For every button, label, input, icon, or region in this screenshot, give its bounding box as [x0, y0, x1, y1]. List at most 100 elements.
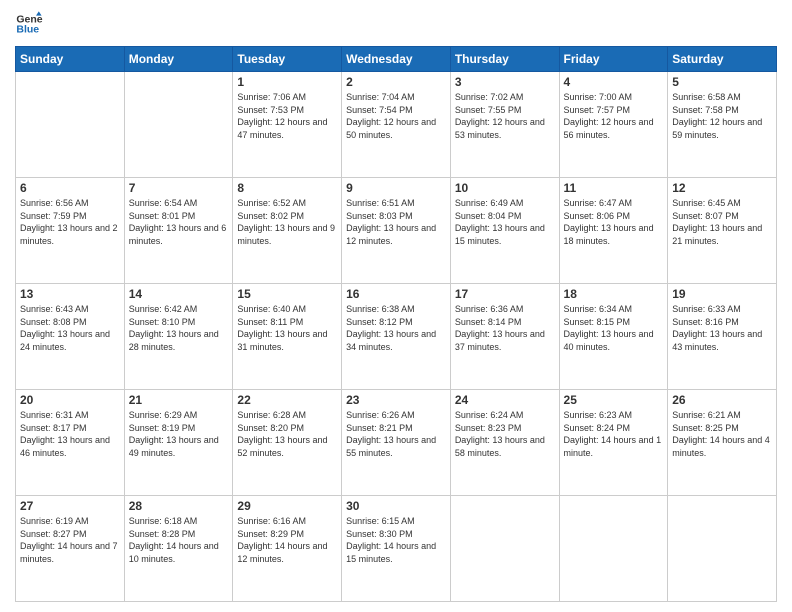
day-info: Sunrise: 6:56 AM Sunset: 7:59 PM Dayligh… — [20, 197, 120, 247]
day-cell: 22Sunrise: 6:28 AM Sunset: 8:20 PM Dayli… — [233, 390, 342, 496]
day-cell: 8 Sunrise: 6:52 AM Sunset: 8:02 PM Daylig… — [233, 178, 342, 284]
day-cell — [450, 496, 559, 602]
day-number: 13 — [20, 287, 120, 301]
day-cell — [668, 496, 777, 602]
day-info: Sunrise: 7:00 AM Sunset: 7:57 PM Dayligh… — [564, 91, 664, 141]
day-cell: 19 Sunrise: 6:33 AM Sunset: 8:16 PM Dayli… — [668, 284, 777, 390]
day-info: Sunrise: 6:18 AM Sunset: 8:28 PM Dayligh… — [129, 515, 229, 565]
day-info: Sunrise: 7:02 AM Sunset: 7:55 PM Dayligh… — [455, 91, 555, 141]
header: General Blue — [15, 10, 777, 38]
day-info: Sunrise: 7:04 AM Sunset: 7:54 PM Dayligh… — [346, 91, 446, 141]
calendar-header: SundayMondayTuesdayWednesdayThursdayFrid… — [16, 47, 777, 72]
day-info: Sunrise: 6:51 AM Sunset: 8:03 PM Dayligh… — [346, 197, 446, 247]
day-cell: 26 Sunrise: 6:21 AM Sunset: 8:25 PM Dayli… — [668, 390, 777, 496]
day-number: 21 — [129, 393, 229, 407]
day-info: Sunrise: 6:42 AM Sunset: 8:10 PM Dayligh… — [129, 303, 229, 353]
day-info: Sunrise: 6:58 AM Sunset: 7:58 PM Dayligh… — [672, 91, 772, 141]
day-info: Sunrise: 6:15 AM Sunset: 8:30 PM Dayligh… — [346, 515, 446, 565]
day-cell: 7 Sunrise: 6:54 AM Sunset: 8:01 PM Daylig… — [124, 178, 233, 284]
svg-text:Blue: Blue — [16, 23, 39, 35]
day-cell: 17Sunrise: 6:36 AM Sunset: 8:14 PM Dayli… — [450, 284, 559, 390]
day-cell: 24 Sunrise: 6:24 AM Sunset: 8:23 PM Dayli… — [450, 390, 559, 496]
day-number: 26 — [672, 393, 772, 407]
day-number: 7 — [129, 181, 229, 195]
day-number: 27 — [20, 499, 120, 513]
day-cell: 10 Sunrise: 6:49 AM Sunset: 8:04 PM Dayli… — [450, 178, 559, 284]
day-cell: 9 Sunrise: 6:51 AM Sunset: 8:03 PM Daylig… — [342, 178, 451, 284]
week-row-3: 13 Sunrise: 6:43 AM Sunset: 8:08 PM Dayli… — [16, 284, 777, 390]
day-cell: 18Sunrise: 6:34 AM Sunset: 8:15 PM Dayli… — [559, 284, 668, 390]
day-info: Sunrise: 6:26 AM Sunset: 8:21 PM Dayligh… — [346, 409, 446, 459]
day-info: Sunrise: 6:23 AM Sunset: 8:24 PM Dayligh… — [564, 409, 664, 459]
calendar-table: SundayMondayTuesdayWednesdayThursdayFrid… — [15, 46, 777, 602]
day-number: 24 — [455, 393, 555, 407]
day-number: 8 — [237, 181, 337, 195]
day-number: 30 — [346, 499, 446, 513]
logo: General Blue — [15, 10, 47, 38]
day-cell: 25Sunrise: 6:23 AM Sunset: 8:24 PM Dayli… — [559, 390, 668, 496]
day-info: Sunrise: 6:19 AM Sunset: 8:27 PM Dayligh… — [20, 515, 120, 565]
header-row: SundayMondayTuesdayWednesdayThursdayFrid… — [16, 47, 777, 72]
calendar-body: 1 Sunrise: 7:06 AM Sunset: 7:53 PM Daylig… — [16, 72, 777, 602]
day-info: Sunrise: 6:47 AM Sunset: 8:06 PM Dayligh… — [564, 197, 664, 247]
day-info: Sunrise: 6:38 AM Sunset: 8:12 PM Dayligh… — [346, 303, 446, 353]
day-header-thursday: Thursday — [450, 47, 559, 72]
day-info: Sunrise: 6:49 AM Sunset: 8:04 PM Dayligh… — [455, 197, 555, 247]
day-cell: 27 Sunrise: 6:19 AM Sunset: 8:27 PM Dayli… — [16, 496, 125, 602]
day-number: 20 — [20, 393, 120, 407]
week-row-4: 20 Sunrise: 6:31 AM Sunset: 8:17 PM Dayli… — [16, 390, 777, 496]
day-info: Sunrise: 6:33 AM Sunset: 8:16 PM Dayligh… — [672, 303, 772, 353]
day-info: Sunrise: 6:52 AM Sunset: 8:02 PM Dayligh… — [237, 197, 337, 247]
day-info: Sunrise: 6:24 AM Sunset: 8:23 PM Dayligh… — [455, 409, 555, 459]
day-cell: 15Sunrise: 6:40 AM Sunset: 8:11 PM Dayli… — [233, 284, 342, 390]
day-cell: 12 Sunrise: 6:45 AM Sunset: 8:07 PM Dayli… — [668, 178, 777, 284]
day-header-monday: Monday — [124, 47, 233, 72]
day-cell: 11 Sunrise: 6:47 AM Sunset: 8:06 PM Dayli… — [559, 178, 668, 284]
day-cell: 20 Sunrise: 6:31 AM Sunset: 8:17 PM Dayli… — [16, 390, 125, 496]
day-number: 22 — [237, 393, 337, 407]
day-cell: 2 Sunrise: 7:04 AM Sunset: 7:54 PM Daylig… — [342, 72, 451, 178]
day-number: 19 — [672, 287, 772, 301]
day-info: Sunrise: 6:43 AM Sunset: 8:08 PM Dayligh… — [20, 303, 120, 353]
day-cell: 21 Sunrise: 6:29 AM Sunset: 8:19 PM Dayli… — [124, 390, 233, 496]
day-number: 6 — [20, 181, 120, 195]
logo-icon: General Blue — [15, 10, 43, 38]
day-number: 29 — [237, 499, 337, 513]
day-info: Sunrise: 6:36 AM Sunset: 8:14 PM Dayligh… — [455, 303, 555, 353]
day-number: 18 — [564, 287, 664, 301]
day-number: 28 — [129, 499, 229, 513]
day-number: 11 — [564, 181, 664, 195]
day-info: Sunrise: 6:29 AM Sunset: 8:19 PM Dayligh… — [129, 409, 229, 459]
day-cell: 3 Sunrise: 7:02 AM Sunset: 7:55 PM Daylig… — [450, 72, 559, 178]
day-cell: 14 Sunrise: 6:42 AM Sunset: 8:10 PM Dayli… — [124, 284, 233, 390]
day-info: Sunrise: 6:54 AM Sunset: 8:01 PM Dayligh… — [129, 197, 229, 247]
day-number: 16 — [346, 287, 446, 301]
day-info: Sunrise: 6:31 AM Sunset: 8:17 PM Dayligh… — [20, 409, 120, 459]
day-info: Sunrise: 6:16 AM Sunset: 8:29 PM Dayligh… — [237, 515, 337, 565]
day-cell: 23 Sunrise: 6:26 AM Sunset: 8:21 PM Dayli… — [342, 390, 451, 496]
day-info: Sunrise: 6:45 AM Sunset: 8:07 PM Dayligh… — [672, 197, 772, 247]
day-number: 10 — [455, 181, 555, 195]
day-info: Sunrise: 7:06 AM Sunset: 7:53 PM Dayligh… — [237, 91, 337, 141]
day-number: 12 — [672, 181, 772, 195]
day-number: 2 — [346, 75, 446, 89]
day-header-saturday: Saturday — [668, 47, 777, 72]
day-cell: 28 Sunrise: 6:18 AM Sunset: 8:28 PM Dayli… — [124, 496, 233, 602]
day-cell: 1 Sunrise: 7:06 AM Sunset: 7:53 PM Daylig… — [233, 72, 342, 178]
day-cell: 13 Sunrise: 6:43 AM Sunset: 8:08 PM Dayli… — [16, 284, 125, 390]
day-number: 5 — [672, 75, 772, 89]
day-number: 4 — [564, 75, 664, 89]
day-info: Sunrise: 6:21 AM Sunset: 8:25 PM Dayligh… — [672, 409, 772, 459]
day-number: 9 — [346, 181, 446, 195]
day-header-wednesday: Wednesday — [342, 47, 451, 72]
day-cell — [559, 496, 668, 602]
day-header-friday: Friday — [559, 47, 668, 72]
day-number: 1 — [237, 75, 337, 89]
page: General Blue SundayMondayTuesdayWednesda… — [0, 0, 792, 612]
day-cell: 30 Sunrise: 6:15 AM Sunset: 8:30 PM Dayli… — [342, 496, 451, 602]
day-number: 14 — [129, 287, 229, 301]
day-number: 3 — [455, 75, 555, 89]
day-header-tuesday: Tuesday — [233, 47, 342, 72]
day-number: 15 — [237, 287, 337, 301]
day-number: 23 — [346, 393, 446, 407]
